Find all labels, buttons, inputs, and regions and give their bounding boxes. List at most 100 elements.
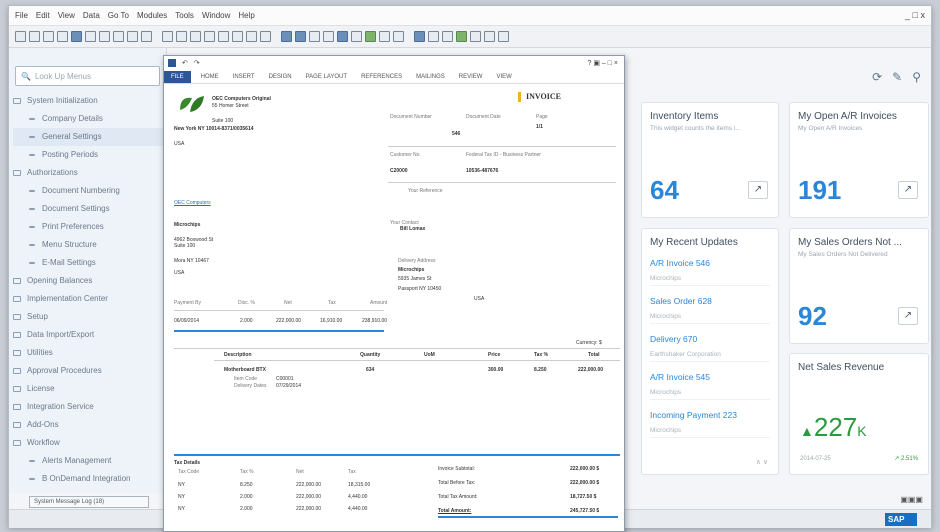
email-icon[interactable] [43,31,54,42]
next-record-icon[interactable] [218,31,229,42]
refresh-icon[interactable]: ⟳ [872,70,882,84]
analysis-icon[interactable] [393,31,404,42]
tab-home[interactable]: HOME [201,74,219,80]
sidebar-item[interactable]: Document Numbering [13,182,166,200]
menu-edit[interactable]: Edit [36,11,50,20]
sidebar-item[interactable]: Approval Procedures [13,362,166,380]
sms-icon[interactable] [57,31,68,42]
sidebar-item[interactable]: Integration Service [13,398,166,416]
recent-update-link[interactable]: Sales Order 628 [650,296,778,306]
sidebar-item[interactable]: Add-Ons [13,416,166,434]
layout-icons[interactable]: ▣▣▣ [900,495,923,504]
tab-references[interactable]: REFERENCES [361,74,402,80]
menu-data[interactable]: Data [83,11,100,20]
gross-profit-icon[interactable] [309,31,320,42]
sidebar-item[interactable]: Posting Periods [13,146,166,164]
settings-icon[interactable] [442,31,453,42]
redo-icon[interactable]: ↷ [194,59,200,67]
sidebar-item[interactable]: License [13,380,166,398]
sidebar-item[interactable]: General Settings [13,128,166,146]
open-ar-invoices-widget[interactable]: My Open A/R Invoices My Open A/R Invoice… [789,102,929,218]
sidebar-item[interactable]: Print Preferences [13,218,166,236]
sidebar-item[interactable]: System Initialization [13,92,166,110]
calendar-icon[interactable] [428,31,439,42]
open-arrow-icon[interactable]: ↗ [898,307,918,325]
last-record-icon[interactable] [232,31,243,42]
tab-view[interactable]: VIEW [496,74,511,80]
menu-view[interactable]: View [58,11,75,20]
menu-file[interactable]: File [15,11,28,20]
export-icon[interactable] [85,31,96,42]
window-controls[interactable]: _ □ x [905,10,925,20]
open-arrow-icon[interactable]: ↗ [898,181,918,199]
sidebar-item[interactable]: E-Mail Settings [13,254,166,272]
recent-update-link[interactable]: A/R Invoice 546 [650,258,778,268]
menu-window[interactable]: Window [202,11,230,20]
sidebar-item[interactable]: Data Import/Export [13,326,166,344]
first-record-icon[interactable] [190,31,201,42]
tab-design[interactable]: DESIGN [269,74,292,80]
sales-orders-widget[interactable]: My Sales Orders Not ... My Sales Orders … [789,228,929,344]
menu-help[interactable]: Help [238,11,254,20]
net-sales-revenue-widget[interactable]: Net Sales Revenue ▲227K 2014-07-25 ↗ 2.5… [789,353,929,475]
menu-tools[interactable]: Tools [175,11,194,20]
company-link[interactable]: OEC Computers [174,200,211,206]
previous-record-icon[interactable] [204,31,215,42]
tab-file[interactable]: FILE [164,70,191,83]
menu-goto[interactable]: Go To [108,11,129,20]
undo-icon[interactable]: ↶ [182,59,188,67]
word-save-icon[interactable] [168,59,176,67]
pager-icon[interactable]: ∧ ∨ [756,458,768,466]
help-icon[interactable] [498,31,509,42]
query-icon[interactable] [414,31,425,42]
edit-icon[interactable]: ✎ [892,70,902,84]
browser-icon[interactable] [71,31,82,42]
report-icon[interactable] [379,31,390,42]
pdf-icon[interactable] [113,31,124,42]
print-icon[interactable] [29,31,40,42]
sidebar-item[interactable]: Document Settings [13,200,166,218]
sidebar-item[interactable]: Setup [13,308,166,326]
recent-update-link[interactable]: Delivery 670 [650,334,778,344]
journal-icon[interactable] [337,31,348,42]
base-document-icon[interactable] [281,31,292,42]
message-log-tab[interactable]: System Message Log (18) [29,496,149,508]
sidebar-item[interactable]: Utilities [13,344,166,362]
word-icon[interactable] [99,31,110,42]
open-arrow-icon[interactable]: ↗ [748,181,768,199]
target-document-icon[interactable] [295,31,306,42]
sidebar-item[interactable]: Menu Structure [13,236,166,254]
sort-icon[interactable] [260,31,271,42]
print-preview-icon[interactable] [15,31,26,42]
recent-update-link[interactable]: A/R Invoice 545 [650,372,778,382]
calculator-icon[interactable] [470,31,481,42]
inventory-items-widget[interactable]: Inventory Items This widget counts the i… [641,102,779,218]
filter-icon[interactable] [246,31,257,42]
sidebar-item[interactable]: Company Details [13,110,166,128]
chart-icon[interactable] [365,31,376,42]
tab-mailings[interactable]: MAILINGS [416,74,445,80]
sidebar-item[interactable]: Opening Balances [13,272,166,290]
add-icon[interactable] [127,31,138,42]
bullet-icon [29,208,35,210]
sidebar-item[interactable]: B OnDemand Integration [13,470,166,488]
find-icon[interactable] [162,31,173,42]
tab-insert[interactable]: INSERT [233,74,255,80]
sidebar-item[interactable]: Alerts Management [13,452,166,470]
messages-icon[interactable] [484,31,495,42]
sidebar-item[interactable]: Workflow [13,434,166,452]
payment-icon[interactable] [351,31,362,42]
layout-icon[interactable] [323,31,334,42]
search-icon[interactable]: ⚲ [912,70,921,84]
tab-review[interactable]: REVIEW [459,74,483,80]
user-icon[interactable] [456,31,467,42]
add-record-icon[interactable] [176,31,187,42]
search-input[interactable]: 🔍 Look Up Menus [15,66,160,86]
menu-modules[interactable]: Modules [137,11,167,20]
grid-icon[interactable] [141,31,152,42]
word-window-controls[interactable]: ? ▣ – □ × [588,59,619,67]
tab-page-layout[interactable]: PAGE LAYOUT [306,74,347,80]
sidebar-item[interactable]: Authorizations [13,164,166,182]
recent-update-link[interactable]: Incoming Payment 223 [650,410,778,420]
sidebar-item[interactable]: Implementation Center [13,290,166,308]
